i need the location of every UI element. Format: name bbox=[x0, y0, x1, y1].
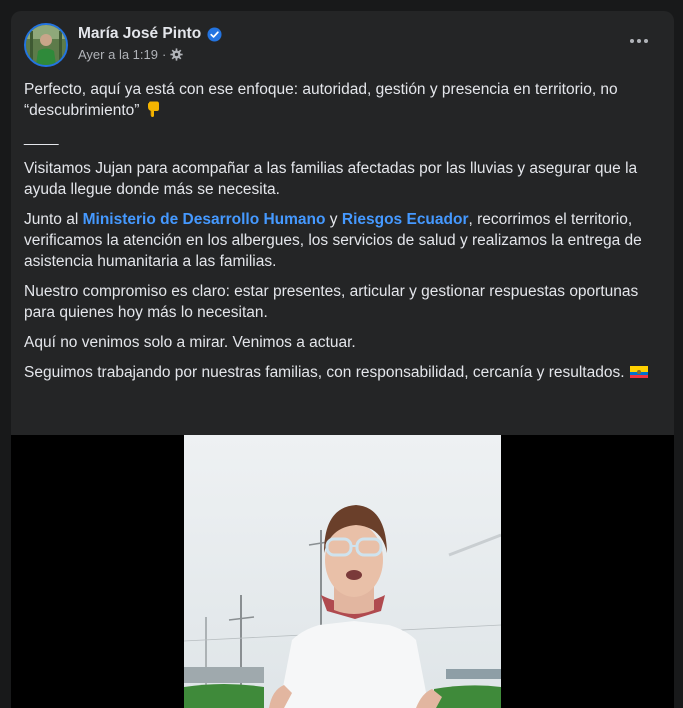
meta-separator: · bbox=[161, 47, 167, 62]
post-paragraph: Aquí no venimos solo a mirar. Venimos a … bbox=[24, 334, 356, 351]
photo-image bbox=[184, 435, 501, 708]
avatar[interactable] bbox=[24, 23, 68, 67]
pointing-down-emoji bbox=[147, 101, 159, 117]
post-paragraph: Nuestro compromiso es claro: estar prese… bbox=[24, 283, 639, 321]
avatar-image bbox=[26, 25, 66, 65]
author-name[interactable]: María José Pinto bbox=[78, 25, 201, 43]
post-photo[interactable] bbox=[184, 435, 501, 708]
post-paragraph: Seguimos trabajando por nuestras familia… bbox=[24, 362, 664, 383]
ecuador-flag-emoji bbox=[629, 366, 648, 378]
post-paragraph: Junto al Ministerio de Desarrollo Humano… bbox=[24, 209, 664, 272]
post-paragraph: Visitamos Jujan para acompañar a las fam… bbox=[24, 160, 638, 198]
more-options-icon[interactable] bbox=[623, 29, 655, 53]
text-separator: ____ bbox=[24, 129, 59, 146]
verified-badge-icon bbox=[207, 26, 222, 42]
gear-icon[interactable] bbox=[170, 48, 183, 61]
post-body: Perfecto, aquí ya está con ese enfoque: … bbox=[24, 79, 664, 392]
author-row: María José Pinto bbox=[78, 25, 222, 43]
mention-link-riesgos[interactable]: Riesgos Ecuador bbox=[342, 211, 469, 228]
paragraph-text: y bbox=[325, 211, 342, 228]
post-paragraph: Perfecto, aquí ya está con ese enfoque: … bbox=[24, 79, 664, 121]
post-header: María José Pinto Ayer a la 1:19 · bbox=[24, 23, 661, 71]
paragraph-text: Perfecto, aquí ya está con ese enfoque: … bbox=[24, 81, 618, 119]
post-media[interactable] bbox=[11, 435, 674, 708]
paragraph-text: Junto al bbox=[24, 211, 83, 228]
post-timestamp[interactable]: Ayer a la 1:19 bbox=[78, 47, 158, 62]
mention-link-ministerio[interactable]: Ministerio de Desarrollo Humano bbox=[83, 211, 326, 228]
paragraph-text: Seguimos trabajando por nuestras familia… bbox=[24, 364, 625, 381]
post-meta: Ayer a la 1:19 · bbox=[78, 47, 183, 62]
post-card: María José Pinto Ayer a la 1:19 · Perfec… bbox=[11, 11, 674, 708]
